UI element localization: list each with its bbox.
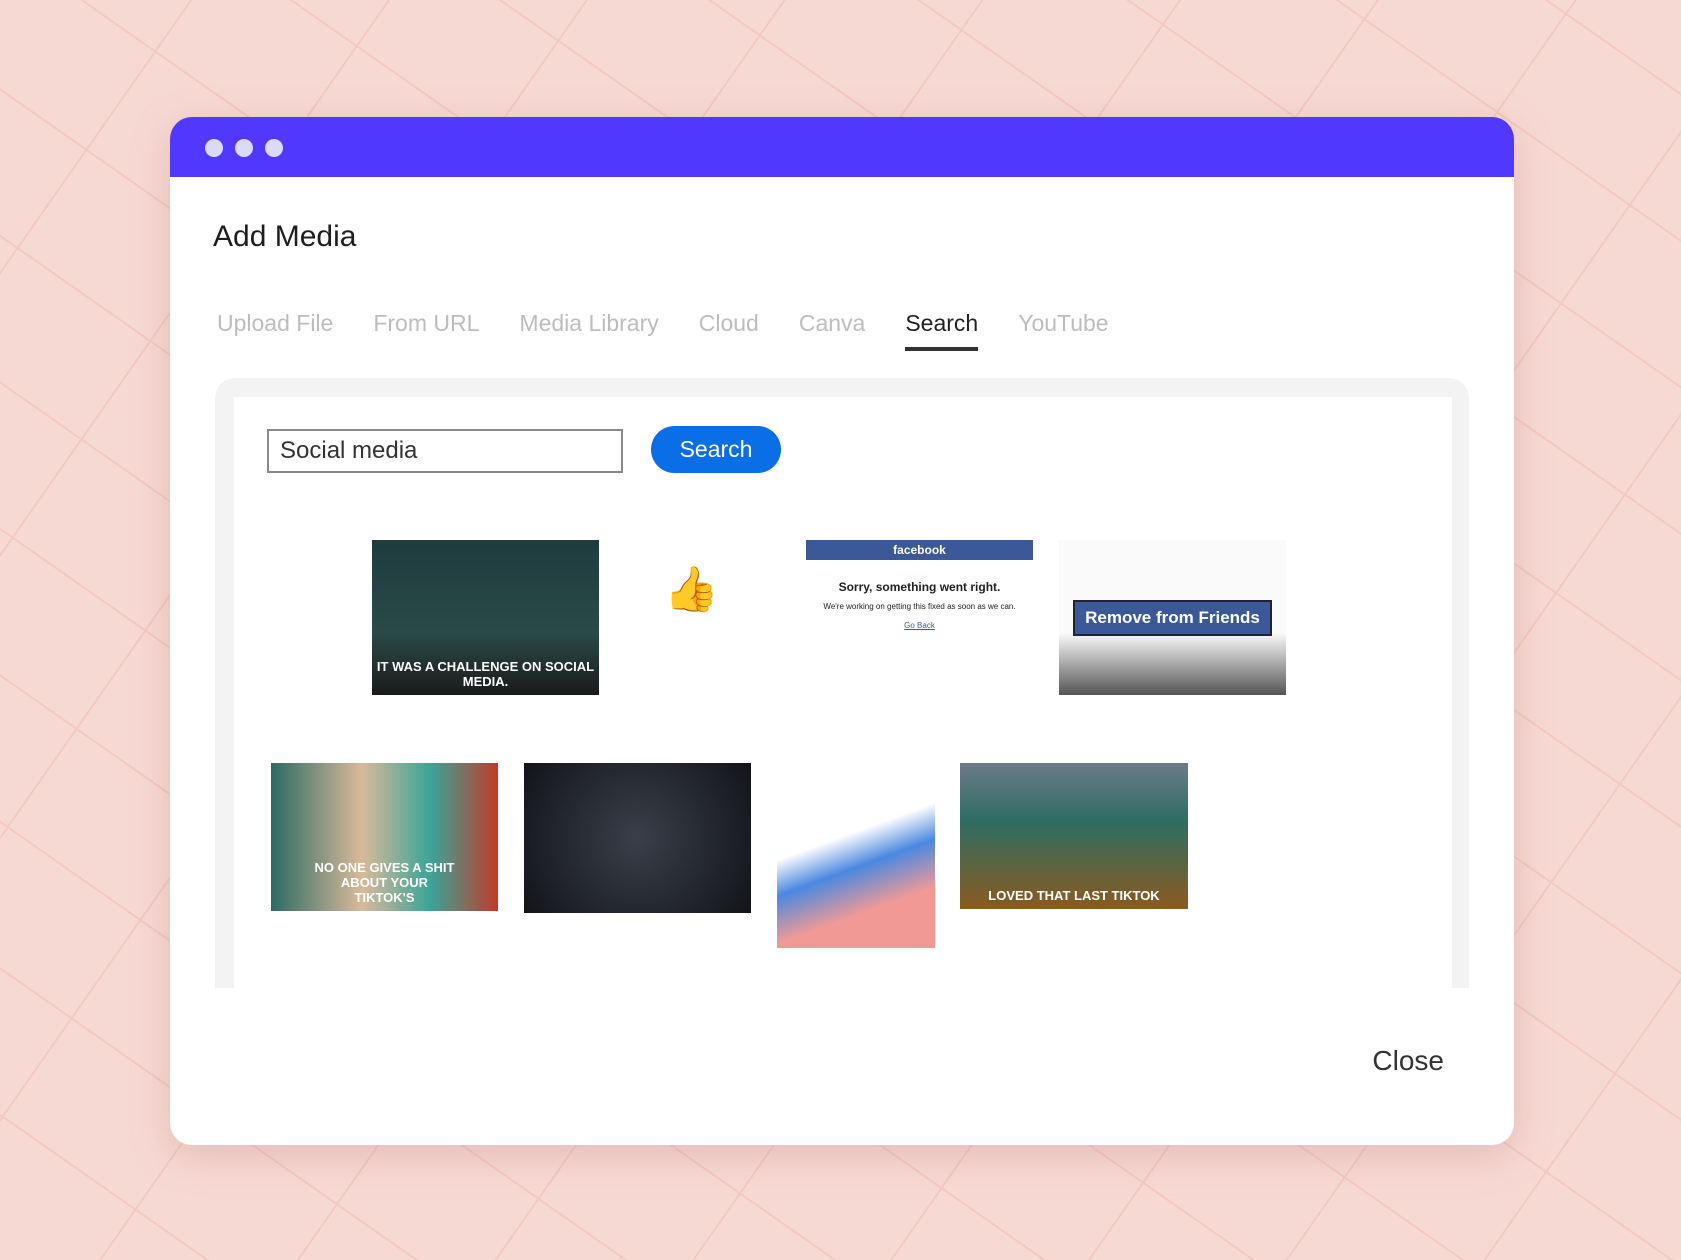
gif-caption: NO ONE GIVES A SHIT ABOUT YOUR TIKTOK'S (314, 860, 455, 905)
result-gif[interactable]: facebook Sorry, something went right. We… (806, 540, 1033, 695)
search-content: Search IT WAS A CHALLENGE ON SOCIAL MEDI… (234, 397, 1452, 988)
dialog-title: Add Media (213, 220, 357, 253)
tab-youtube[interactable]: YouTube (1018, 310, 1108, 351)
search-input[interactable] (267, 429, 623, 473)
tab-canva[interactable]: Canva (799, 310, 865, 351)
result-gif[interactable]: LOVED THAT LAST TIKTOK (960, 763, 1188, 909)
result-gif[interactable]: NO ONE GIVES A SHIT ABOUT YOUR TIKTOK'S (271, 763, 498, 911)
gif-subtext: We're working on getting this fixed as s… (823, 602, 1016, 611)
result-gif[interactable]: IT WAS A CHALLENGE ON SOCIAL MEDIA. (372, 540, 599, 695)
tab-from-url[interactable]: From URL (373, 310, 479, 351)
gif-caption: IT WAS A CHALLENGE ON SOCIAL MEDIA. (376, 659, 595, 689)
tab-upload-file[interactable]: Upload File (217, 310, 333, 351)
window-dot-icon (265, 139, 283, 157)
facebook-header: facebook (806, 540, 1033, 560)
gif-caption: LOVED THAT LAST TIKTOK (988, 888, 1160, 903)
window-dot-icon (235, 139, 253, 157)
thumbs-up-icon: 👍 (665, 565, 718, 614)
result-gif-phone-birds[interactable] (777, 763, 935, 948)
result-gif-social-rings[interactable] (524, 763, 751, 913)
gif-caption: Sorry, something went right. (838, 580, 1001, 594)
tab-bar: Upload File From URL Media Library Cloud… (217, 310, 1109, 351)
gif-caption: Remove from Friends (1073, 599, 1272, 636)
result-gif[interactable]: Remove from Friends (1059, 540, 1286, 695)
tab-media-library[interactable]: Media Library (519, 310, 658, 351)
title-bar (170, 117, 1514, 177)
tab-cloud[interactable]: Cloud (699, 310, 759, 351)
window-dot-icon (205, 139, 223, 157)
result-gif-thumbs-up[interactable]: 👍 (665, 557, 718, 627)
gif-link: Go Back (904, 621, 935, 630)
tab-search[interactable]: Search (905, 310, 979, 351)
search-panel: Search IT WAS A CHALLENGE ON SOCIAL MEDI… (215, 378, 1469, 988)
close-button[interactable]: Close (1372, 1045, 1444, 1077)
add-media-dialog: Add Media Upload File From URL Media Lib… (170, 117, 1514, 1145)
search-button[interactable]: Search (651, 426, 781, 473)
